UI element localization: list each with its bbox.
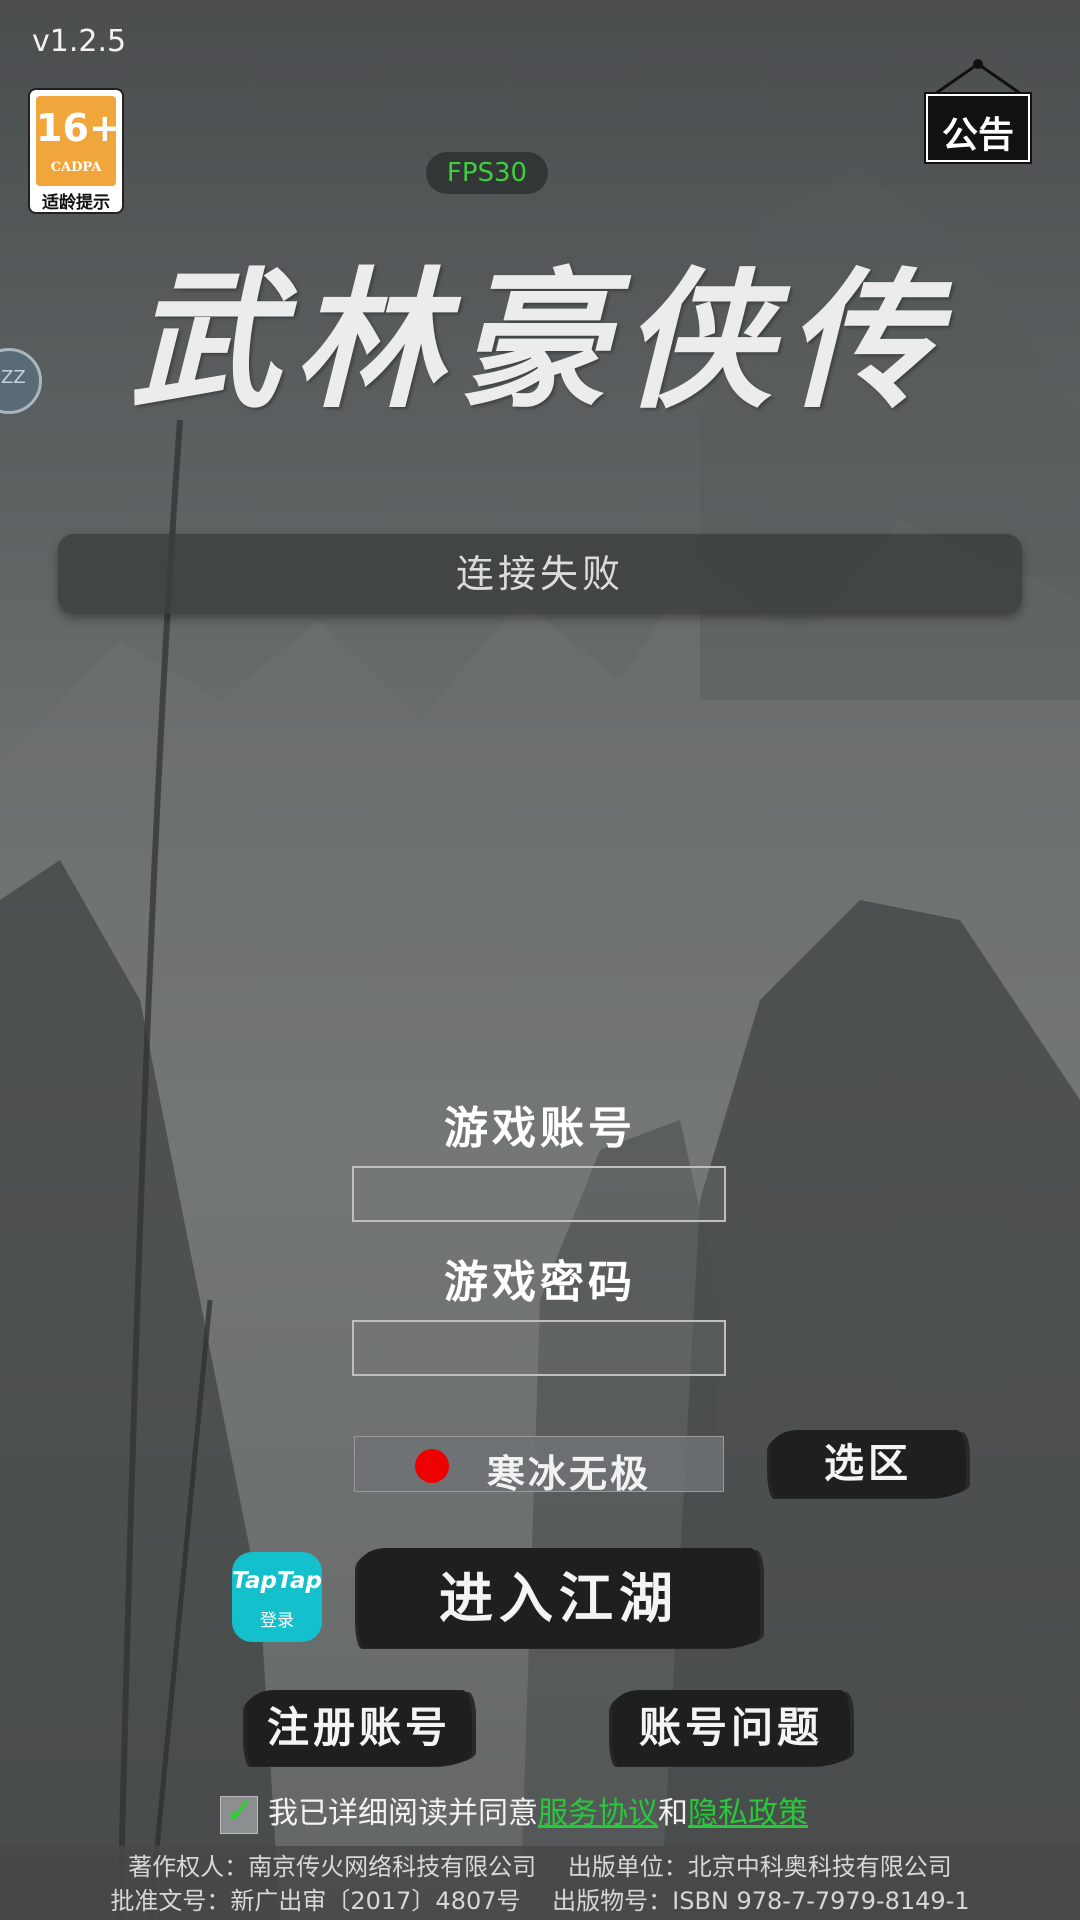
enter-game-button[interactable]: 进入江湖 [358, 1548, 760, 1648]
server-name: 寒冰无极 [487, 1451, 652, 1496]
privacy-policy-link[interactable]: 隐私政策 [688, 1796, 808, 1831]
age-rating-badge[interactable]: 16+ CADPA 适龄提示 [28, 88, 124, 214]
current-server[interactable]: 寒冰无极 [354, 1436, 724, 1496]
age-rating-tip: 适龄提示 [42, 193, 110, 213]
age-rating-number: 16+ [36, 106, 121, 150]
checkmark-icon: ✓ [225, 1790, 256, 1832]
service-agreement-link[interactable]: 服务协议 [538, 1796, 658, 1831]
notice-button[interactable]: 公告 [924, 58, 1032, 164]
password-input[interactable] [352, 1320, 726, 1376]
hanging-sign-icon [931, 59, 1025, 98]
account-issue-button[interactable]: 账号问题 [612, 1690, 850, 1766]
select-server-button[interactable]: 选区 [770, 1430, 966, 1498]
server-status-dot [415, 1449, 449, 1483]
age-rating-org: CADPA [50, 160, 102, 175]
taptap-logo: TapTap [232, 1568, 322, 1594]
notice-label: 公告 [941, 114, 1014, 156]
account-input[interactable] [352, 1166, 726, 1222]
password-label: 游戏密码 [444, 1257, 636, 1308]
fps-counter: FPS30 [426, 152, 548, 194]
age-rating-icon: 16+ CADPA [36, 96, 121, 186]
version-label: v1.2.5 [32, 24, 127, 59]
copyright-footer: 著作权人：南京传火网络科技有限公司 出版单位：北京中科奥科技有限公司 批准文号：… [0, 1846, 1080, 1920]
register-button[interactable]: 注册账号 [246, 1690, 472, 1766]
notice-board: 公告 [924, 92, 1032, 164]
taptap-login-label: 登录 [260, 1611, 294, 1631]
agreement-checkbox[interactable]: ✓ [220, 1791, 258, 1834]
connection-status: 连接失败 [58, 534, 1022, 614]
agreement-row: ✓ 我已详细阅读并同意服务协议和隐私政策 [220, 1788, 808, 1834]
agreement-text: 我已详细阅读并同意 [268, 1796, 538, 1831]
taptap-login-button[interactable]: TapTap 登录 [232, 1552, 322, 1642]
game-title: 武林豪侠传 [129, 253, 950, 429]
footer-line-2: 批准文号：新广出审〔2017〕4807号 出版物号：ISBN 978-7-797… [110, 1887, 970, 1915]
agreement-and: 和 [658, 1796, 688, 1831]
footer-line-1: 著作权人：南京传火网络科技有限公司 出版单位：北京中科奥科技有限公司 [128, 1853, 952, 1881]
floating-assistant-text: ZZ [1, 367, 26, 388]
account-label: 游戏账号 [444, 1103, 636, 1154]
